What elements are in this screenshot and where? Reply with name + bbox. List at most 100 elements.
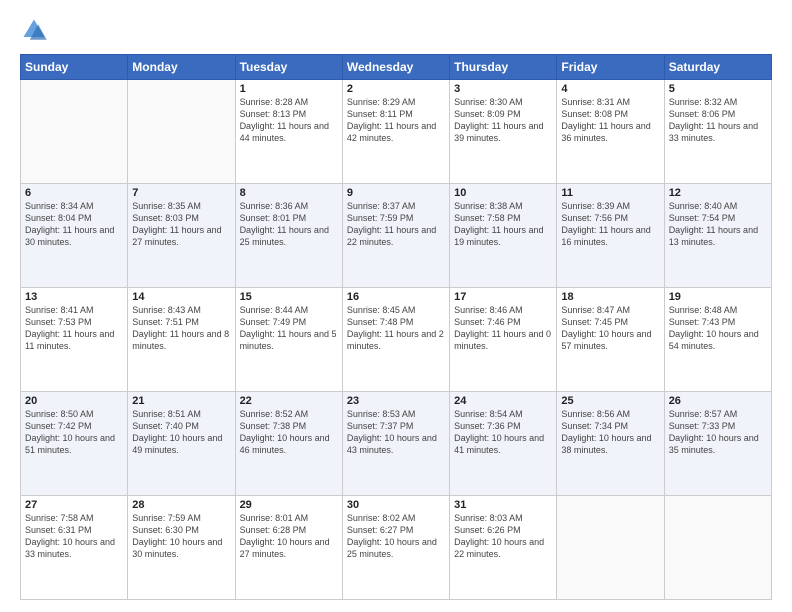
day-number: 11 [561, 187, 659, 199]
day-number: 3 [454, 83, 552, 95]
day-info: Sunrise: 8:53 AM Sunset: 7:37 PM Dayligh… [347, 408, 445, 457]
day-number: 14 [132, 291, 230, 303]
day-info: Sunrise: 8:28 AM Sunset: 8:13 PM Dayligh… [240, 96, 338, 145]
day-number: 27 [25, 499, 123, 511]
calendar-cell [128, 80, 235, 184]
day-info: Sunrise: 8:56 AM Sunset: 7:34 PM Dayligh… [561, 408, 659, 457]
calendar-cell: 10Sunrise: 8:38 AM Sunset: 7:58 PM Dayli… [450, 184, 557, 288]
day-number: 8 [240, 187, 338, 199]
day-info: Sunrise: 8:50 AM Sunset: 7:42 PM Dayligh… [25, 408, 123, 457]
day-number: 19 [669, 291, 767, 303]
calendar-week-row: 20Sunrise: 8:50 AM Sunset: 7:42 PM Dayli… [21, 392, 772, 496]
calendar-cell: 13Sunrise: 8:41 AM Sunset: 7:53 PM Dayli… [21, 288, 128, 392]
calendar-cell: 19Sunrise: 8:48 AM Sunset: 7:43 PM Dayli… [664, 288, 771, 392]
day-number: 29 [240, 499, 338, 511]
calendar-cell: 28Sunrise: 7:59 AM Sunset: 6:30 PM Dayli… [128, 496, 235, 600]
calendar-day-header: Saturday [664, 55, 771, 80]
calendar-cell: 11Sunrise: 8:39 AM Sunset: 7:56 PM Dayli… [557, 184, 664, 288]
calendar-day-header: Sunday [21, 55, 128, 80]
calendar-cell: 30Sunrise: 8:02 AM Sunset: 6:27 PM Dayli… [342, 496, 449, 600]
calendar-cell: 20Sunrise: 8:50 AM Sunset: 7:42 PM Dayli… [21, 392, 128, 496]
day-info: Sunrise: 8:36 AM Sunset: 8:01 PM Dayligh… [240, 200, 338, 249]
calendar-cell: 21Sunrise: 8:51 AM Sunset: 7:40 PM Dayli… [128, 392, 235, 496]
calendar-cell: 29Sunrise: 8:01 AM Sunset: 6:28 PM Dayli… [235, 496, 342, 600]
logo [20, 16, 52, 44]
day-number: 12 [669, 187, 767, 199]
day-number: 31 [454, 499, 552, 511]
header [20, 16, 772, 44]
day-info: Sunrise: 8:34 AM Sunset: 8:04 PM Dayligh… [25, 200, 123, 249]
day-number: 28 [132, 499, 230, 511]
day-info: Sunrise: 8:31 AM Sunset: 8:08 PM Dayligh… [561, 96, 659, 145]
calendar-cell: 7Sunrise: 8:35 AM Sunset: 8:03 PM Daylig… [128, 184, 235, 288]
day-info: Sunrise: 8:01 AM Sunset: 6:28 PM Dayligh… [240, 512, 338, 561]
day-number: 5 [669, 83, 767, 95]
day-info: Sunrise: 8:48 AM Sunset: 7:43 PM Dayligh… [669, 304, 767, 353]
day-info: Sunrise: 8:41 AM Sunset: 7:53 PM Dayligh… [25, 304, 123, 353]
calendar-cell: 22Sunrise: 8:52 AM Sunset: 7:38 PM Dayli… [235, 392, 342, 496]
day-info: Sunrise: 8:30 AM Sunset: 8:09 PM Dayligh… [454, 96, 552, 145]
day-number: 22 [240, 395, 338, 407]
day-info: Sunrise: 7:58 AM Sunset: 6:31 PM Dayligh… [25, 512, 123, 561]
calendar-week-row: 27Sunrise: 7:58 AM Sunset: 6:31 PM Dayli… [21, 496, 772, 600]
day-info: Sunrise: 8:29 AM Sunset: 8:11 PM Dayligh… [347, 96, 445, 145]
calendar-day-header: Tuesday [235, 55, 342, 80]
day-info: Sunrise: 8:40 AM Sunset: 7:54 PM Dayligh… [669, 200, 767, 249]
calendar-cell: 25Sunrise: 8:56 AM Sunset: 7:34 PM Dayli… [557, 392, 664, 496]
calendar-header-row: SundayMondayTuesdayWednesdayThursdayFrid… [21, 55, 772, 80]
calendar-cell: 3Sunrise: 8:30 AM Sunset: 8:09 PM Daylig… [450, 80, 557, 184]
calendar-cell: 23Sunrise: 8:53 AM Sunset: 7:37 PM Dayli… [342, 392, 449, 496]
day-info: Sunrise: 8:52 AM Sunset: 7:38 PM Dayligh… [240, 408, 338, 457]
day-info: Sunrise: 8:37 AM Sunset: 7:59 PM Dayligh… [347, 200, 445, 249]
calendar-cell: 2Sunrise: 8:29 AM Sunset: 8:11 PM Daylig… [342, 80, 449, 184]
day-number: 1 [240, 83, 338, 95]
calendar-cell: 1Sunrise: 8:28 AM Sunset: 8:13 PM Daylig… [235, 80, 342, 184]
calendar-cell: 31Sunrise: 8:03 AM Sunset: 6:26 PM Dayli… [450, 496, 557, 600]
calendar-day-header: Friday [557, 55, 664, 80]
day-info: Sunrise: 8:02 AM Sunset: 6:27 PM Dayligh… [347, 512, 445, 561]
day-number: 2 [347, 83, 445, 95]
calendar-cell: 16Sunrise: 8:45 AM Sunset: 7:48 PM Dayli… [342, 288, 449, 392]
calendar-cell: 26Sunrise: 8:57 AM Sunset: 7:33 PM Dayli… [664, 392, 771, 496]
calendar-cell: 12Sunrise: 8:40 AM Sunset: 7:54 PM Dayli… [664, 184, 771, 288]
calendar-day-header: Monday [128, 55, 235, 80]
day-info: Sunrise: 8:39 AM Sunset: 7:56 PM Dayligh… [561, 200, 659, 249]
day-number: 20 [25, 395, 123, 407]
calendar-cell: 5Sunrise: 8:32 AM Sunset: 8:06 PM Daylig… [664, 80, 771, 184]
day-number: 15 [240, 291, 338, 303]
day-info: Sunrise: 8:35 AM Sunset: 8:03 PM Dayligh… [132, 200, 230, 249]
calendar-table: SundayMondayTuesdayWednesdayThursdayFrid… [20, 54, 772, 600]
day-number: 16 [347, 291, 445, 303]
calendar-cell: 27Sunrise: 7:58 AM Sunset: 6:31 PM Dayli… [21, 496, 128, 600]
calendar-cell: 6Sunrise: 8:34 AM Sunset: 8:04 PM Daylig… [21, 184, 128, 288]
calendar-cell: 15Sunrise: 8:44 AM Sunset: 7:49 PM Dayli… [235, 288, 342, 392]
calendar-cell [21, 80, 128, 184]
day-number: 23 [347, 395, 445, 407]
calendar-cell [664, 496, 771, 600]
calendar-cell: 17Sunrise: 8:46 AM Sunset: 7:46 PM Dayli… [450, 288, 557, 392]
day-info: Sunrise: 7:59 AM Sunset: 6:30 PM Dayligh… [132, 512, 230, 561]
calendar-cell: 18Sunrise: 8:47 AM Sunset: 7:45 PM Dayli… [557, 288, 664, 392]
day-number: 26 [669, 395, 767, 407]
day-number: 21 [132, 395, 230, 407]
day-info: Sunrise: 8:47 AM Sunset: 7:45 PM Dayligh… [561, 304, 659, 353]
day-number: 9 [347, 187, 445, 199]
day-number: 13 [25, 291, 123, 303]
day-number: 18 [561, 291, 659, 303]
calendar-week-row: 1Sunrise: 8:28 AM Sunset: 8:13 PM Daylig… [21, 80, 772, 184]
day-number: 10 [454, 187, 552, 199]
day-info: Sunrise: 8:38 AM Sunset: 7:58 PM Dayligh… [454, 200, 552, 249]
day-number: 24 [454, 395, 552, 407]
day-info: Sunrise: 8:54 AM Sunset: 7:36 PM Dayligh… [454, 408, 552, 457]
day-number: 25 [561, 395, 659, 407]
calendar-cell: 4Sunrise: 8:31 AM Sunset: 8:08 PM Daylig… [557, 80, 664, 184]
logo-icon [20, 16, 48, 44]
day-info: Sunrise: 8:57 AM Sunset: 7:33 PM Dayligh… [669, 408, 767, 457]
day-info: Sunrise: 8:44 AM Sunset: 7:49 PM Dayligh… [240, 304, 338, 353]
day-number: 6 [25, 187, 123, 199]
day-number: 30 [347, 499, 445, 511]
day-info: Sunrise: 8:43 AM Sunset: 7:51 PM Dayligh… [132, 304, 230, 353]
day-number: 17 [454, 291, 552, 303]
calendar-cell [557, 496, 664, 600]
day-number: 7 [132, 187, 230, 199]
